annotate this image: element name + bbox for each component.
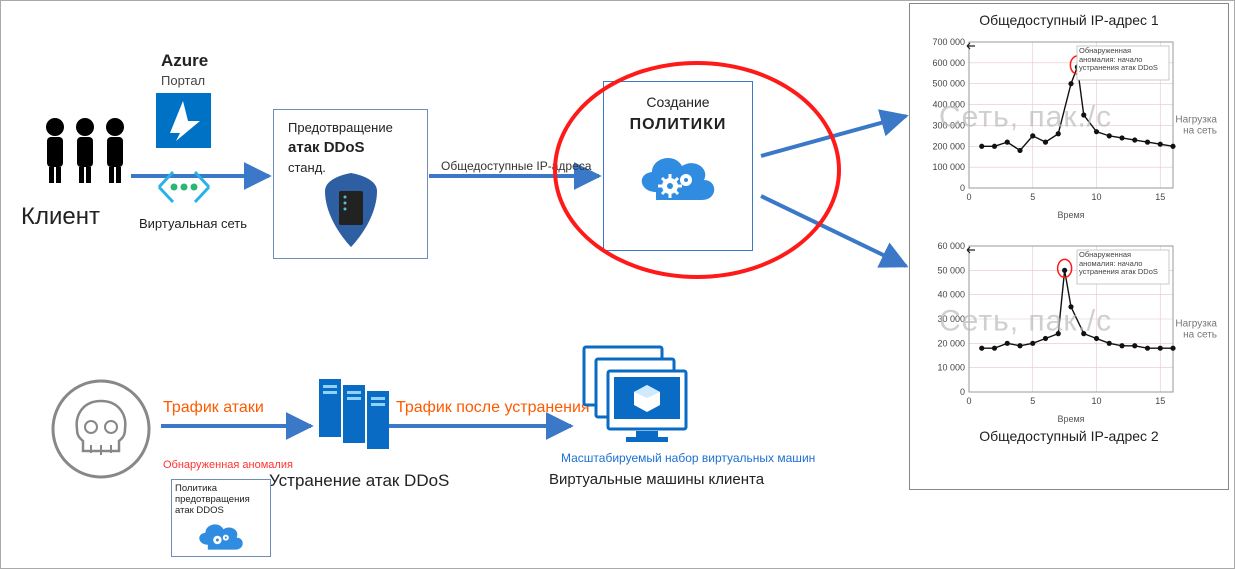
highlight-circle (553, 61, 841, 279)
chart2: 010 00020 00030 00040 00050 00060 000051… (919, 236, 1219, 426)
svg-text:500 000: 500 000 (932, 79, 965, 89)
svg-text:60 000: 60 000 (937, 241, 965, 251)
svg-text:15: 15 (1155, 396, 1165, 406)
svg-text:10: 10 (1091, 192, 1101, 202)
mitigation-title: Устранение атак DDoS (269, 471, 449, 491)
svg-text:700 000: 700 000 (932, 37, 965, 47)
svg-text:200 000: 200 000 (932, 141, 965, 151)
diagram-canvas: Клиент Azure Портал Виртуальная сеть Пре… (0, 0, 1235, 569)
policy-small-box: Политика предотвращения атак DDOS (171, 479, 271, 557)
vnet-icon (151, 166, 217, 211)
vmss-caption: Масштабируемый набор виртуальных машин (561, 451, 815, 465)
ddos-standard-box: Предотвращение атак DDoS станд. (273, 109, 428, 259)
svg-text:Время: Время (1057, 414, 1084, 424)
svg-text:5: 5 (1030, 396, 1035, 406)
svg-text:Время: Время (1057, 210, 1084, 220)
svg-text:0: 0 (966, 396, 971, 406)
mitigation-servers-icon (313, 373, 391, 456)
clients-icon (39, 115, 131, 190)
svg-text:на сеть: на сеть (1183, 329, 1217, 340)
svg-text:Сеть, пак./с: Сеть, пак./с (939, 101, 1112, 134)
svg-text:0: 0 (960, 387, 965, 397)
chart2-title: Общедоступный IP-адрес 2 (914, 428, 1224, 444)
svg-text:0: 0 (966, 192, 971, 202)
svg-text:Нагрузка: Нагрузка (1175, 318, 1217, 329)
chart1: 0100 000200 000300 000400 000500 000600 … (919, 32, 1219, 222)
svg-text:600 000: 600 000 (932, 58, 965, 68)
vmss-icon (576, 339, 696, 452)
ddos-box-line2: атак DDoS (288, 139, 413, 156)
chart1-title: Общедоступный IP-адрес 1 (914, 12, 1224, 28)
client-label: Клиент (21, 203, 100, 231)
svg-text:5: 5 (1030, 192, 1035, 202)
svg-text:10 000: 10 000 (937, 363, 965, 373)
policy-small-caption: Политика предотвращения атак DDOS (175, 483, 267, 516)
cloud-gears-icon-small (175, 516, 267, 561)
svg-text:0: 0 (960, 183, 965, 193)
anomaly-detected-label: Обнаруженная аномалия (163, 459, 293, 471)
svg-text:40 000: 40 000 (937, 290, 965, 300)
svg-text:Нагрузка: Нагрузка (1175, 114, 1217, 125)
azure-label: Azure (161, 51, 208, 71)
svg-text:на сеть: на сеть (1183, 125, 1217, 136)
svg-text:Сеть, пак./с: Сеть, пак./с (939, 305, 1112, 338)
ddos-box-line1: Предотвращение (288, 120, 413, 135)
attacker-icon (51, 379, 151, 482)
charts-panel: Общедоступный IP-адрес 1 0 100 000 200 000… (909, 3, 1229, 490)
attack-traffic-label: Трафик атаки (163, 399, 264, 417)
client-vms-label: Виртуальные машины клиента (549, 471, 764, 488)
svg-text:10: 10 (1091, 396, 1101, 406)
svg-text:20 000: 20 000 (937, 338, 965, 348)
vnet-label: Виртуальная сеть (139, 216, 247, 231)
shield-server-icon (288, 169, 413, 254)
azure-logo-icon (156, 93, 211, 151)
svg-text:15: 15 (1155, 192, 1165, 202)
portal-label: Портал (161, 73, 205, 88)
svg-text:50 000: 50 000 (937, 265, 965, 275)
svg-text:100 000: 100 000 (932, 162, 965, 172)
